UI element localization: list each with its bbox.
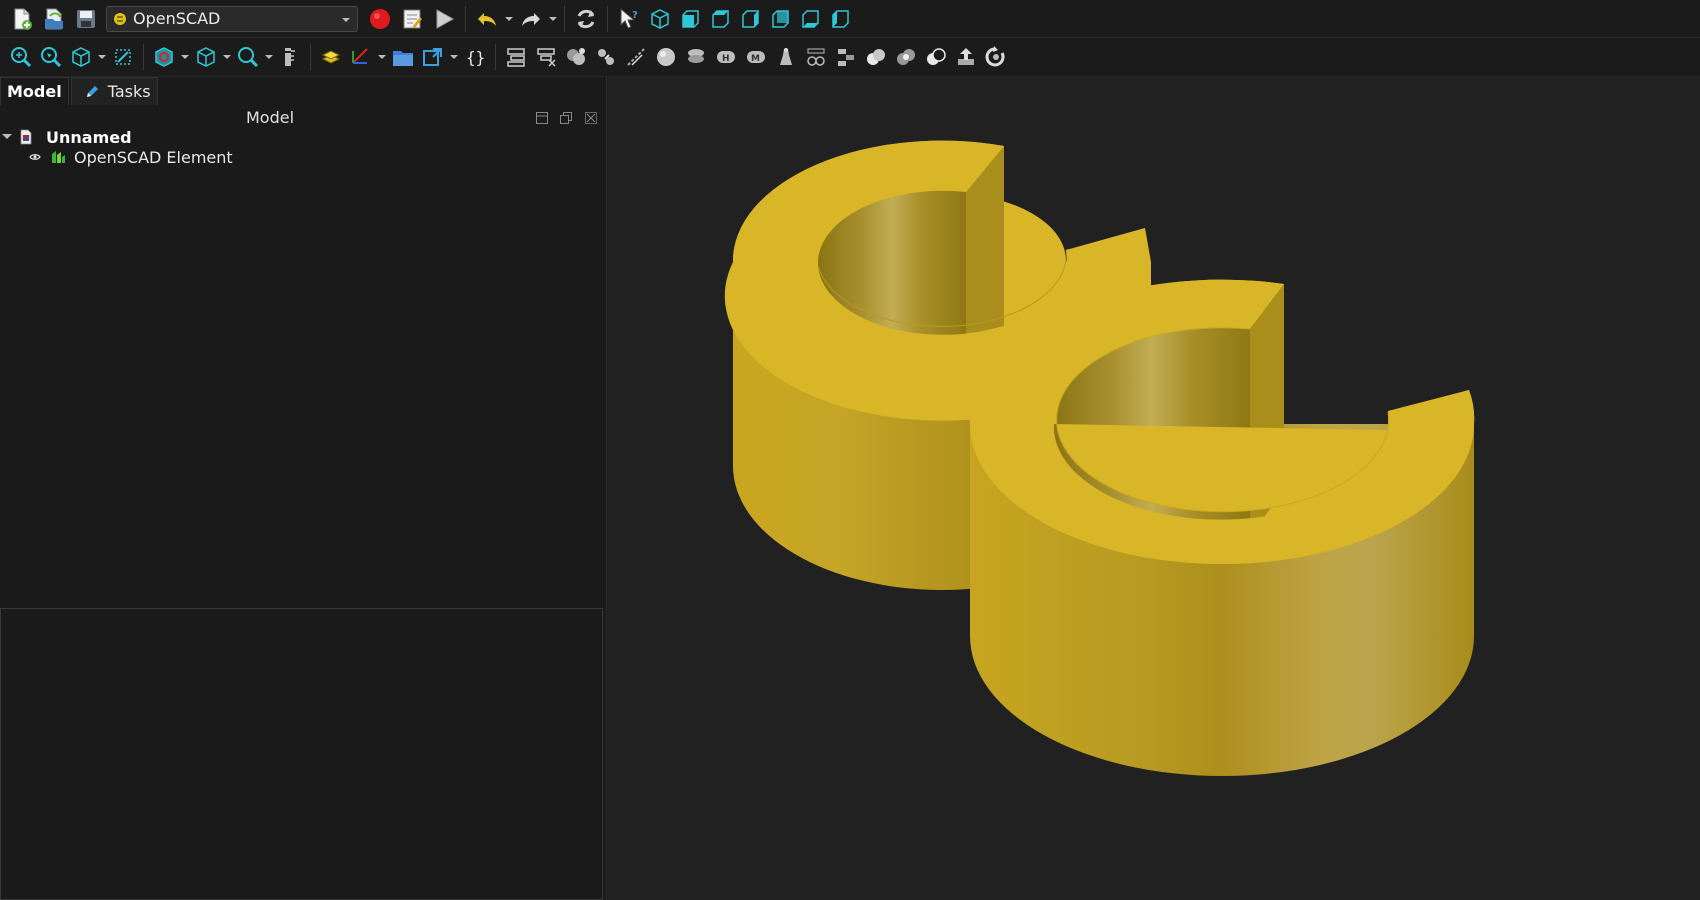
tab-model[interactable]: Model [0, 77, 69, 105]
tree-header: Model [0, 105, 607, 129]
resize-icon[interactable] [801, 41, 831, 73]
view-top-icon[interactable] [705, 3, 735, 35]
tree-item-openscad-element[interactable]: OpenSCAD Element [0, 147, 233, 167]
difference-icon[interactable] [921, 41, 951, 73]
link-dropdown-icon[interactable] [376, 41, 388, 73]
macro-record-icon[interactable] [364, 3, 396, 35]
chevron-down-icon [342, 17, 350, 22]
undo-icon[interactable] [471, 3, 503, 35]
add-openscad-element-icon[interactable] [388, 41, 418, 73]
draw-style-dropdown-icon[interactable] [96, 41, 108, 73]
visibility-eye-icon[interactable] [29, 151, 41, 163]
view-bottom-icon[interactable] [795, 3, 825, 35]
hull-icon[interactable] [681, 41, 711, 73]
whats-this-icon[interactable]: ? [613, 3, 645, 35]
redo-icon[interactable] [515, 3, 547, 35]
ring-right [969, 279, 1475, 776]
close-panel-icon[interactable] [584, 111, 598, 125]
add-sphere-icon[interactable] [621, 41, 651, 73]
macro-edit-icon[interactable] [396, 3, 428, 35]
expand-arrow-icon[interactable] [0, 130, 14, 144]
rotate-extrude-icon[interactable] [981, 41, 1011, 73]
import-csg-icon[interactable] [771, 41, 801, 73]
color-codes-icon[interactable] [418, 41, 448, 73]
3d-model [724, 140, 1475, 776]
combo-view: Model Tasks Model Unnamed OpenSCAD Eleme… [0, 77, 607, 900]
view-right-icon[interactable] [735, 3, 765, 35]
macro-run-icon[interactable] [428, 3, 460, 35]
openscad-element-icon [52, 151, 65, 163]
redo-dropdown-icon[interactable] [547, 3, 559, 35]
view-rear-icon[interactable] [765, 3, 795, 35]
export-icon[interactable] [951, 41, 981, 73]
new-document-icon[interactable] [6, 3, 38, 35]
explode-group-icon[interactable] [561, 41, 591, 73]
union-icon[interactable] [861, 41, 891, 73]
view-isometric-icon[interactable] [645, 3, 675, 35]
part-icon[interactable] [233, 41, 263, 73]
bounding-box-icon[interactable] [108, 41, 138, 73]
pencil-icon [86, 85, 98, 97]
minimize-panel-icon[interactable] [535, 111, 549, 125]
toolbar-separator [310, 44, 311, 70]
workbench-selector-label: OpenSCAD [133, 9, 221, 28]
replace-object-icon[interactable] [591, 41, 621, 73]
fit-all-icon[interactable] [6, 41, 36, 73]
axis-cross-icon[interactable] [275, 41, 305, 73]
main-toolbar: OpenSCAD ? [0, 0, 1700, 38]
primitive-icon[interactable]: M [741, 41, 771, 73]
expand-placements-icon[interactable] [531, 41, 561, 73]
refine-shape-icon[interactable] [501, 41, 531, 73]
std-views-dropdown-icon[interactable] [179, 41, 191, 73]
openscad-toolbar: {} H M [0, 38, 1700, 77]
tree-item-document[interactable]: Unnamed [0, 127, 132, 147]
refresh-icon[interactable] [570, 3, 602, 35]
measure-icon[interactable] [191, 41, 221, 73]
view-left-icon[interactable] [825, 3, 855, 35]
toolbar-separator [564, 5, 565, 32]
svg-text:M: M [751, 54, 760, 64]
part-dropdown-icon[interactable] [263, 41, 275, 73]
svg-text:H: H [722, 54, 730, 64]
save-document-icon[interactable] [70, 3, 102, 35]
open-document-icon[interactable] [38, 3, 70, 35]
document-label: Unnamed [46, 127, 132, 147]
tab-model-label: Model [7, 82, 62, 101]
document-icon [20, 129, 32, 145]
openscad-element-label: OpenSCAD Element [74, 147, 233, 167]
float-panel-icon[interactable] [559, 111, 573, 125]
toolbar-separator [607, 5, 608, 32]
measure-dropdown-icon[interactable] [221, 41, 233, 73]
color-codes-dropdown-icon[interactable] [448, 41, 460, 73]
mirror-mesh-icon[interactable] [651, 41, 681, 73]
intersection-icon[interactable] [891, 41, 921, 73]
svg-text:?: ? [632, 10, 638, 21]
group-icon[interactable] [316, 41, 346, 73]
tab-tasks-label: Tasks [107, 82, 151, 101]
draw-style-icon[interactable] [66, 41, 96, 73]
tab-tasks[interactable]: Tasks [70, 77, 158, 105]
fit-selection-icon[interactable] [36, 41, 66, 73]
property-view [0, 608, 603, 900]
view-front-icon[interactable] [675, 3, 705, 35]
increase-tolerance-icon[interactable] [831, 41, 861, 73]
freecad-window: OpenSCAD ? {} H M Model Tasks Model Unna… [0, 0, 1700, 900]
toolbar-separator [465, 5, 466, 32]
ring-tab [1066, 228, 1151, 282]
std-views-icon[interactable] [149, 41, 179, 73]
openscad-workbench-icon [114, 12, 126, 25]
toolbar-separator [495, 44, 496, 70]
toolbar-separator [143, 44, 144, 70]
svg-text:{}: {} [466, 48, 485, 67]
undo-dropdown-icon[interactable] [503, 3, 515, 35]
workbench-selector[interactable]: OpenSCAD [106, 5, 358, 32]
combo-view-tabs: Model Tasks [0, 77, 160, 105]
tree-title: Model [245, 108, 295, 127]
3d-viewport[interactable] [608, 77, 1700, 900]
link-icon[interactable] [346, 41, 376, 73]
edge-to-face-icon[interactable]: {} [460, 41, 490, 73]
minkowski-icon[interactable]: H [711, 41, 741, 73]
